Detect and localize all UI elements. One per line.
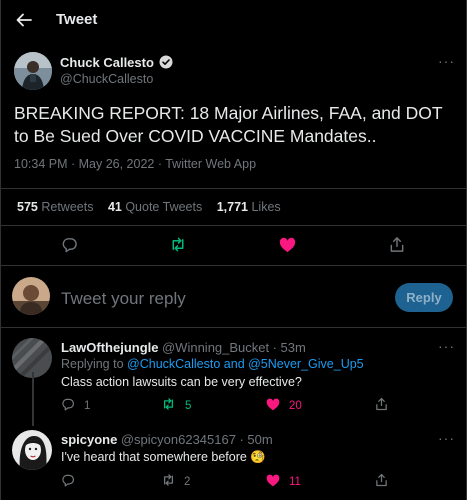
reply-button[interactable]: Reply — [395, 283, 453, 312]
replying-to: Replying to @ChuckCallesto and @5Never_G… — [61, 357, 364, 371]
reply-header: spicyone @spicyon62345167 · 50m — [61, 432, 273, 447]
reply-time[interactable]: · 50m — [239, 432, 272, 447]
reply-avatar[interactable] — [12, 430, 52, 470]
reply-icon[interactable] — [61, 473, 75, 487]
quotes-label[interactable]: Quote Tweets — [125, 200, 202, 214]
share-icon[interactable] — [375, 397, 388, 411]
retweets-count[interactable]: 575 — [17, 200, 38, 214]
like-icon[interactable] — [266, 474, 280, 487]
back-arrow-icon[interactable] — [14, 10, 34, 30]
replying-to-prefix: Replying to — [61, 357, 124, 371]
tweet-stats: 575 Retweets 41 Quote Tweets 1,771 Likes — [17, 200, 292, 214]
like-count: 20 — [289, 400, 302, 412]
author-handle[interactable]: @ChuckCallesto — [60, 72, 153, 86]
divider — [0, 265, 467, 266]
more-icon[interactable]: ··· — [438, 338, 455, 354]
replying-to-users[interactable]: @ChuckCallesto and @5Never_Give_Up5 — [127, 357, 364, 371]
more-icon[interactable]: ··· — [438, 430, 455, 446]
divider — [0, 188, 467, 189]
page-title: Tweet — [56, 11, 98, 28]
like-count: 11 — [289, 476, 301, 488]
reply-author-handle[interactable]: @spicyon62345167 — [121, 432, 236, 447]
retweet-count: 5 — [185, 400, 192, 412]
like-icon[interactable] — [266, 398, 280, 411]
reply-author-name[interactable]: spicyone — [61, 432, 117, 447]
monocle-face-emoji: 🧐 — [250, 450, 266, 464]
reply-input[interactable]: Tweet your reply — [61, 289, 186, 309]
page-header: Tweet — [0, 0, 467, 42]
reply-icon[interactable] — [61, 397, 75, 411]
reply-count: 1 — [84, 400, 91, 412]
quotes-count[interactable]: 41 — [108, 200, 122, 214]
reply-text-body: I've heard that somewhere before — [61, 450, 247, 464]
retweet-count: 2 — [184, 476, 191, 488]
retweet-icon[interactable] — [169, 236, 187, 253]
reply-header: LawOfthejungle @Winning_Bucket · 53m — [61, 340, 306, 355]
like-icon[interactable] — [279, 237, 296, 253]
likes-count[interactable]: 1,771 — [217, 200, 248, 214]
divider — [0, 327, 467, 328]
retweet-icon[interactable] — [161, 473, 176, 487]
more-icon[interactable]: ··· — [438, 53, 455, 69]
author-name[interactable]: Chuck Callesto — [60, 55, 154, 70]
reply-icon[interactable] — [61, 236, 78, 253]
divider — [0, 225, 467, 226]
reply-text: I've heard that somewhere before 🧐 — [61, 450, 266, 465]
share-icon[interactable] — [375, 473, 388, 487]
share-icon[interactable] — [389, 236, 405, 253]
author-avatar[interactable] — [14, 52, 52, 90]
thread-line — [32, 372, 34, 426]
verified-badge-icon — [159, 55, 173, 69]
likes-label[interactable]: Likes — [251, 200, 280, 214]
tweet-timestamp[interactable]: 10:34 PM · May 26, 2022 · Twitter Web Ap… — [14, 157, 256, 171]
retweets-label[interactable]: Retweets — [41, 200, 93, 214]
reply-author-handle[interactable]: @Winning_Bucket — [162, 340, 269, 355]
reply-text: Class action lawsuits can be very effect… — [61, 375, 302, 389]
reply-time[interactable]: · 53m — [273, 340, 306, 355]
tweet-text: BREAKING REPORT: 18 Major Airlines, FAA,… — [14, 103, 443, 146]
user-avatar[interactable] — [12, 277, 50, 315]
retweet-icon[interactable] — [161, 397, 176, 411]
reply-author-name[interactable]: LawOfthejungle — [61, 340, 159, 355]
